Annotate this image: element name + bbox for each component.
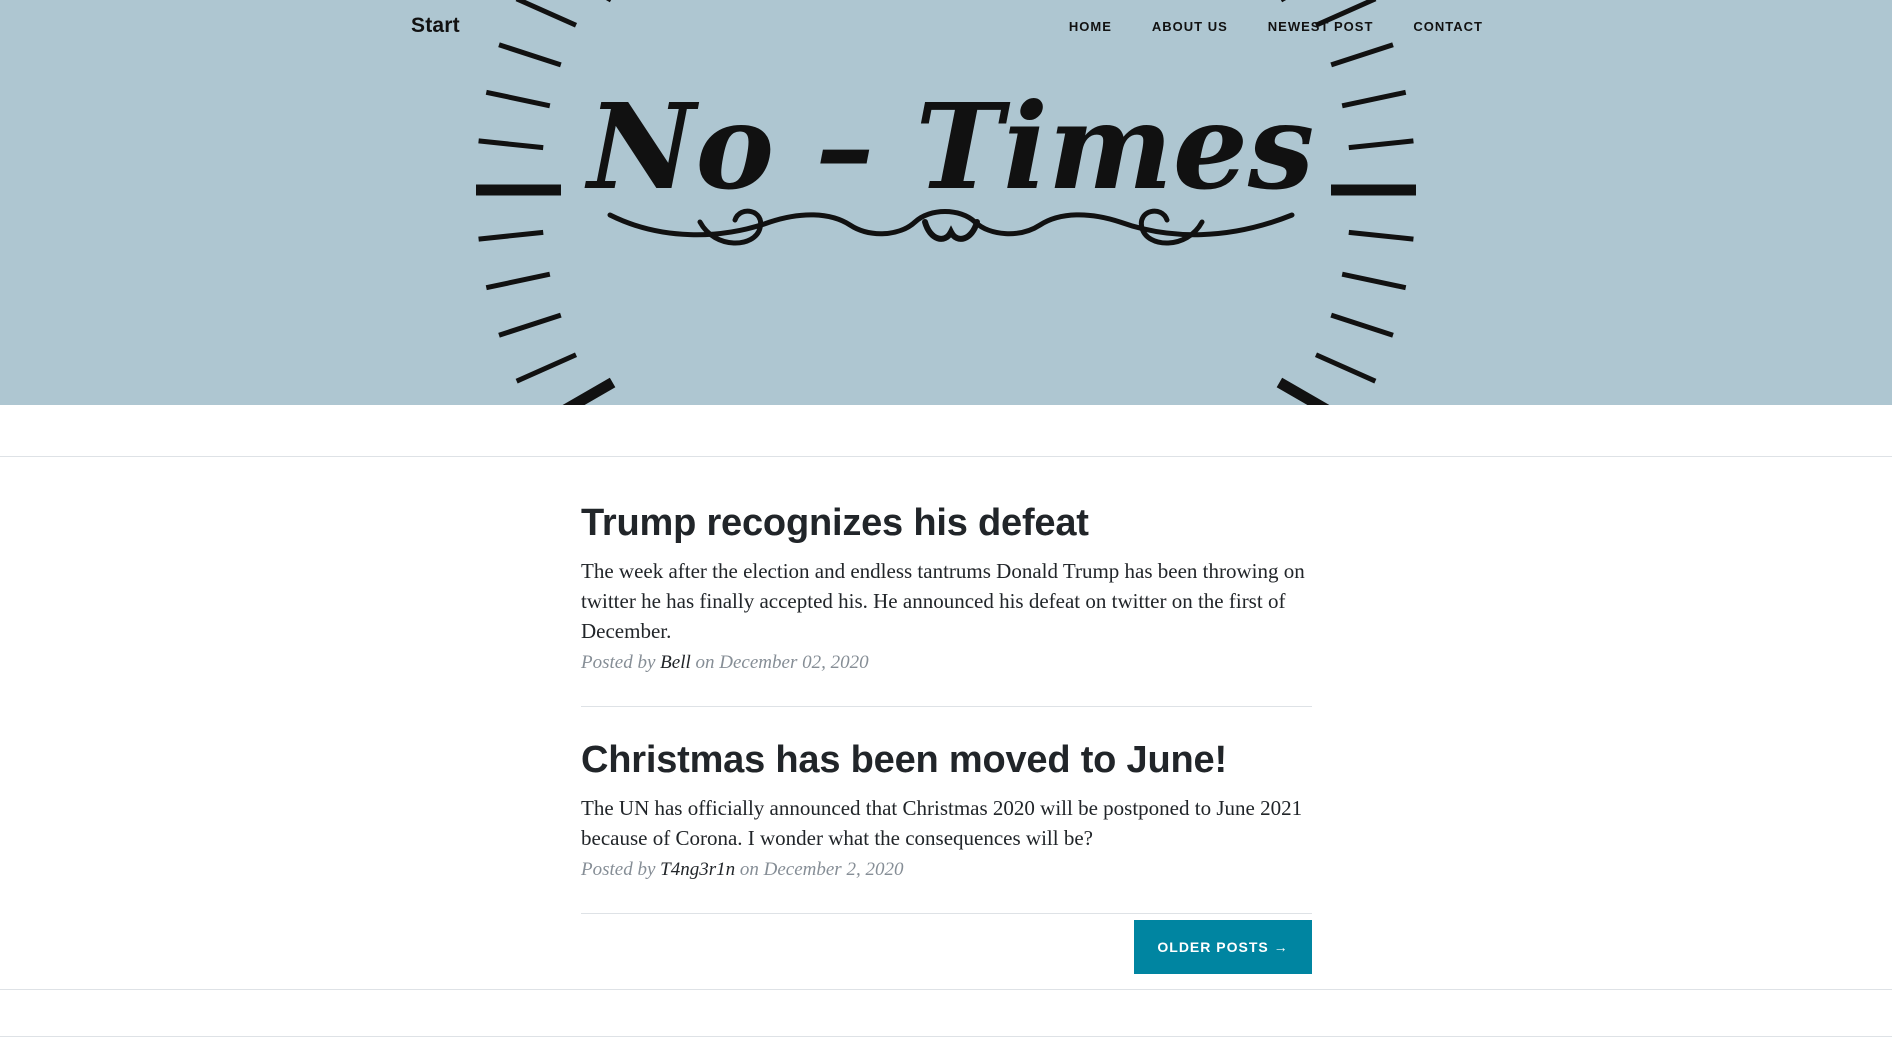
post-divider: [581, 913, 1312, 914]
post-author-link[interactable]: Bell: [660, 652, 691, 673]
clock-tick: [485, 89, 551, 109]
post-meta-on: on: [695, 652, 715, 673]
nav-home[interactable]: Home: [1069, 19, 1112, 34]
post-date: December 2, 2020: [763, 859, 904, 880]
top-divider: [0, 456, 1892, 457]
post-meta: Posted by T4ng3r1n on December 2, 2020: [581, 857, 1312, 883]
nav-newest-post[interactable]: Newest Post: [1268, 19, 1374, 34]
clock-tick: [1341, 271, 1407, 291]
clock-tick: [1341, 89, 1407, 109]
footer-divider-bottom: [0, 1036, 1892, 1037]
clock-tick: [498, 42, 562, 68]
post-list: Trump recognizes his defeat The week aft…: [581, 500, 1312, 914]
post-meta-on: on: [739, 859, 759, 880]
nav-contact[interactable]: Contact: [1413, 19, 1483, 34]
post-meta-prefix: Posted by: [581, 652, 656, 673]
clock-tick: [478, 229, 544, 242]
clock-tick: [485, 271, 551, 291]
clock-tick: [1330, 312, 1394, 338]
post-author-link[interactable]: T4ng3r1n: [660, 859, 735, 880]
older-posts-button[interactable]: Older Posts →: [1134, 920, 1312, 974]
clock-tick: [1276, 377, 1330, 405]
navbar-brand[interactable]: Start: [411, 14, 460, 38]
post-preview: Trump recognizes his defeat The week aft…: [581, 500, 1312, 676]
main-nav: Home About us Newest Post Contact: [1029, 19, 1483, 34]
clock-logo-image: No – Times: [476, 0, 1416, 405]
clock-tick: [1330, 42, 1394, 68]
clock-tick: [498, 312, 562, 338]
clock-tick: [1348, 138, 1414, 151]
clock-tick: [515, 352, 578, 384]
post-meta-prefix: Posted by: [581, 859, 656, 880]
masthead-header: No – Times Start Home About us Newest Po…: [0, 0, 1892, 405]
post-meta: Posted by Bell on December 02, 2020: [581, 650, 1312, 676]
clock-tick: [562, 377, 616, 405]
post-title-link[interactable]: Trump recognizes his defeat: [581, 500, 1312, 546]
post-title-link[interactable]: Christmas has been moved to June!: [581, 737, 1312, 783]
logo-wordmark: No – Times: [584, 77, 1315, 216]
clock-tick: [1348, 229, 1414, 242]
clock-tick: [478, 138, 544, 151]
post-divider: [581, 706, 1312, 707]
clock-tick: [1314, 352, 1377, 384]
post-subtitle[interactable]: The week after the election and endless …: [581, 556, 1312, 646]
nav-about-us[interactable]: About us: [1152, 19, 1228, 34]
footer-divider: [0, 989, 1892, 990]
post-date: December 02, 2020: [719, 652, 869, 673]
post-subtitle[interactable]: The UN has officially announced that Chr…: [581, 793, 1312, 853]
clock-tick: [515, 0, 578, 28]
post-preview: Christmas has been moved to June! The UN…: [581, 737, 1312, 883]
